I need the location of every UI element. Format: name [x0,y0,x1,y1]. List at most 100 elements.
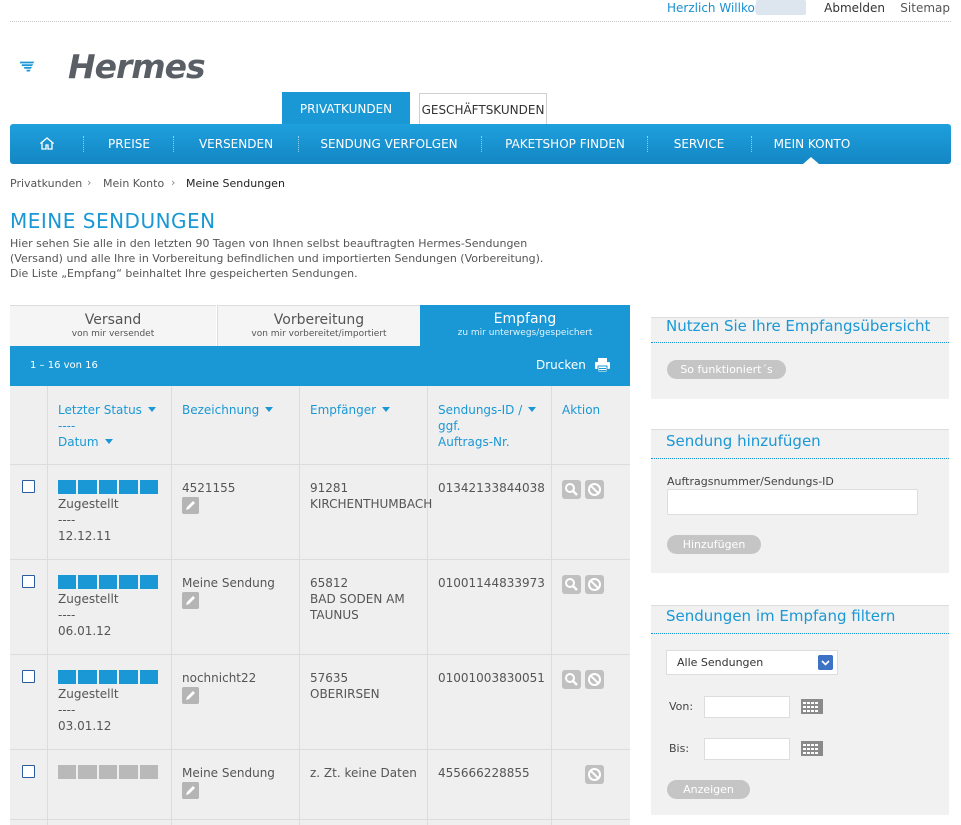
logo-text[interactable]: Hermes [68,47,206,86]
bezeichnung-cell: 4521155 [182,481,236,495]
tab-title: Versand [84,312,142,328]
column-divider [47,386,48,825]
sitemap-link[interactable]: Sitemap [900,1,950,15]
row-divider [10,654,630,655]
breadcrumb-mein-konto[interactable]: Mein Konto [103,177,164,190]
row-checkbox[interactable] [22,670,35,683]
column-divider [427,386,428,825]
tab-title: Empfang [493,311,557,327]
printer-icon[interactable] [594,357,611,373]
chevron-right-icon: › [171,176,176,189]
add-shipment-title: Sendung hinzufügen [666,432,821,450]
panel-divider [651,633,949,634]
print-link[interactable]: Drucken [536,358,586,372]
header-label: Bezeichnung [182,403,260,417]
delete-icon[interactable] [585,575,604,594]
from-label: Von: [669,700,694,713]
delete-icon[interactable] [585,765,604,784]
intro-line: (Versand) und alle Ihre in Vorbereitung … [10,252,544,265]
header-label: ggf. [438,419,461,433]
sort-caret-icon [382,407,391,412]
column-header-sendungs-id[interactable]: Sendungs-ID / ggf. Auftrags-Nr. [438,402,537,450]
to-date-input[interactable] [704,738,790,760]
row-checkbox[interactable] [22,480,35,493]
top-bar [10,0,951,22]
how-it-works-button[interactable]: So funktioniert´s [667,360,786,379]
tab-versand[interactable]: Versand von mir versendet [10,305,216,346]
recipient-line: BAD SODEN AM [310,592,405,606]
intro-line: Hier sehen Sie alle in den letzten 90 Ta… [10,237,528,250]
recipient-line: 91281 [310,481,349,495]
nav-separator [751,136,752,152]
status-cell: Zugestellt ---- 12.12.11 [58,496,119,544]
shipment-id-label: Auftragsnummer/Sendungs-ID [667,475,834,488]
calendar-icon[interactable] [801,699,823,714]
tab-privatkunden[interactable]: PRIVATKUNDEN [282,92,410,124]
recipient-cell: 65812 BAD SODEN AM TAUNUS [310,575,405,623]
edit-pencil-icon[interactable] [182,497,199,514]
nav-item-preise[interactable]: PREISE [94,124,164,164]
delete-icon[interactable] [585,480,604,499]
row-checkbox[interactable] [22,575,35,588]
tab-title: Vorbereitung [273,312,365,328]
column-header-bezeichnung[interactable]: Bezeichnung [182,402,274,418]
edit-pencil-icon[interactable] [182,687,199,704]
status-cell: Zugestellt ---- 03.01.12 [58,686,119,734]
nav-item-sendung-verfolgen[interactable]: SENDUNG VERFOLGEN [310,124,468,164]
add-button[interactable]: Hinzufügen [667,535,761,554]
column-header-status[interactable]: Letzter Status ---- Datum [58,402,156,450]
row-divider [10,464,630,465]
recipient-line: KIRCHENTHUMBACH [310,497,433,511]
nav-separator [173,136,174,152]
nav-separator [481,136,482,152]
nav-item-versenden[interactable]: VERSENDEN [190,124,282,164]
recipient-line: TAUNUS [310,608,359,622]
bezeichnung-cell: Meine Sendung [182,576,275,590]
recipient-line: 57635 [310,671,349,685]
search-icon[interactable] [562,480,581,499]
from-date-input[interactable] [704,696,790,718]
logout-link[interactable]: Abmelden [824,1,885,15]
row-divider [10,749,630,750]
header-label: Empfänger [310,403,377,417]
nav-item-paketshop-finden[interactable]: PAKETSHOP FINDEN [497,124,633,164]
sort-caret-icon [104,439,113,444]
breadcrumb-privatkunden[interactable]: Privatkunden [10,177,82,190]
status-progress-bar [58,670,159,684]
status-date: 03.01.12 [58,719,112,733]
calendar-icon[interactable] [801,741,823,756]
status-text: Zugestellt [58,592,119,606]
show-button[interactable]: Anzeigen [667,780,750,799]
status-dash: ---- [58,703,76,717]
column-header-aktion: Aktion [562,403,601,417]
panel-divider [651,458,949,459]
nav-separator [298,136,299,152]
nav-separator [83,136,84,152]
row-checkbox[interactable] [22,765,35,778]
bezeichnung-cell: nochnicht22 [182,671,257,685]
column-divider [299,386,300,825]
chevron-right-icon: › [87,176,92,189]
shipment-filter-select[interactable]: Alle Sendungen [666,650,838,675]
tab-geschaeftskunden[interactable]: GESCHÄFTSKUNDEN [419,93,547,124]
username-redacted [756,0,806,15]
search-icon[interactable] [562,670,581,689]
delete-icon[interactable] [585,670,604,689]
chevron-down-icon[interactable] [818,655,833,670]
shipment-id-input[interactable] [667,489,918,515]
status-dash: ---- [58,513,76,527]
tab-vorbereitung[interactable]: Vorbereitung von mir vorbereitet/importi… [217,305,420,346]
row-divider [10,819,630,820]
nav-item-service[interactable]: SERVICE [658,124,740,164]
home-icon[interactable] [40,137,54,150]
tab-empfang[interactable]: Empfang zu mir unterwegs/gespeichert [420,305,630,346]
edit-pencil-icon[interactable] [182,782,199,799]
search-icon[interactable] [562,575,581,594]
result-count: 1 – 16 von 16 [30,360,98,371]
edit-pencil-icon[interactable] [182,592,199,609]
header-label: Letzter Status [58,403,142,417]
column-header-empfaenger[interactable]: Empfänger [310,402,391,418]
status-dash: ---- [58,608,76,622]
header-label: Sendungs-ID / [438,403,523,417]
nav-separator [647,136,648,152]
